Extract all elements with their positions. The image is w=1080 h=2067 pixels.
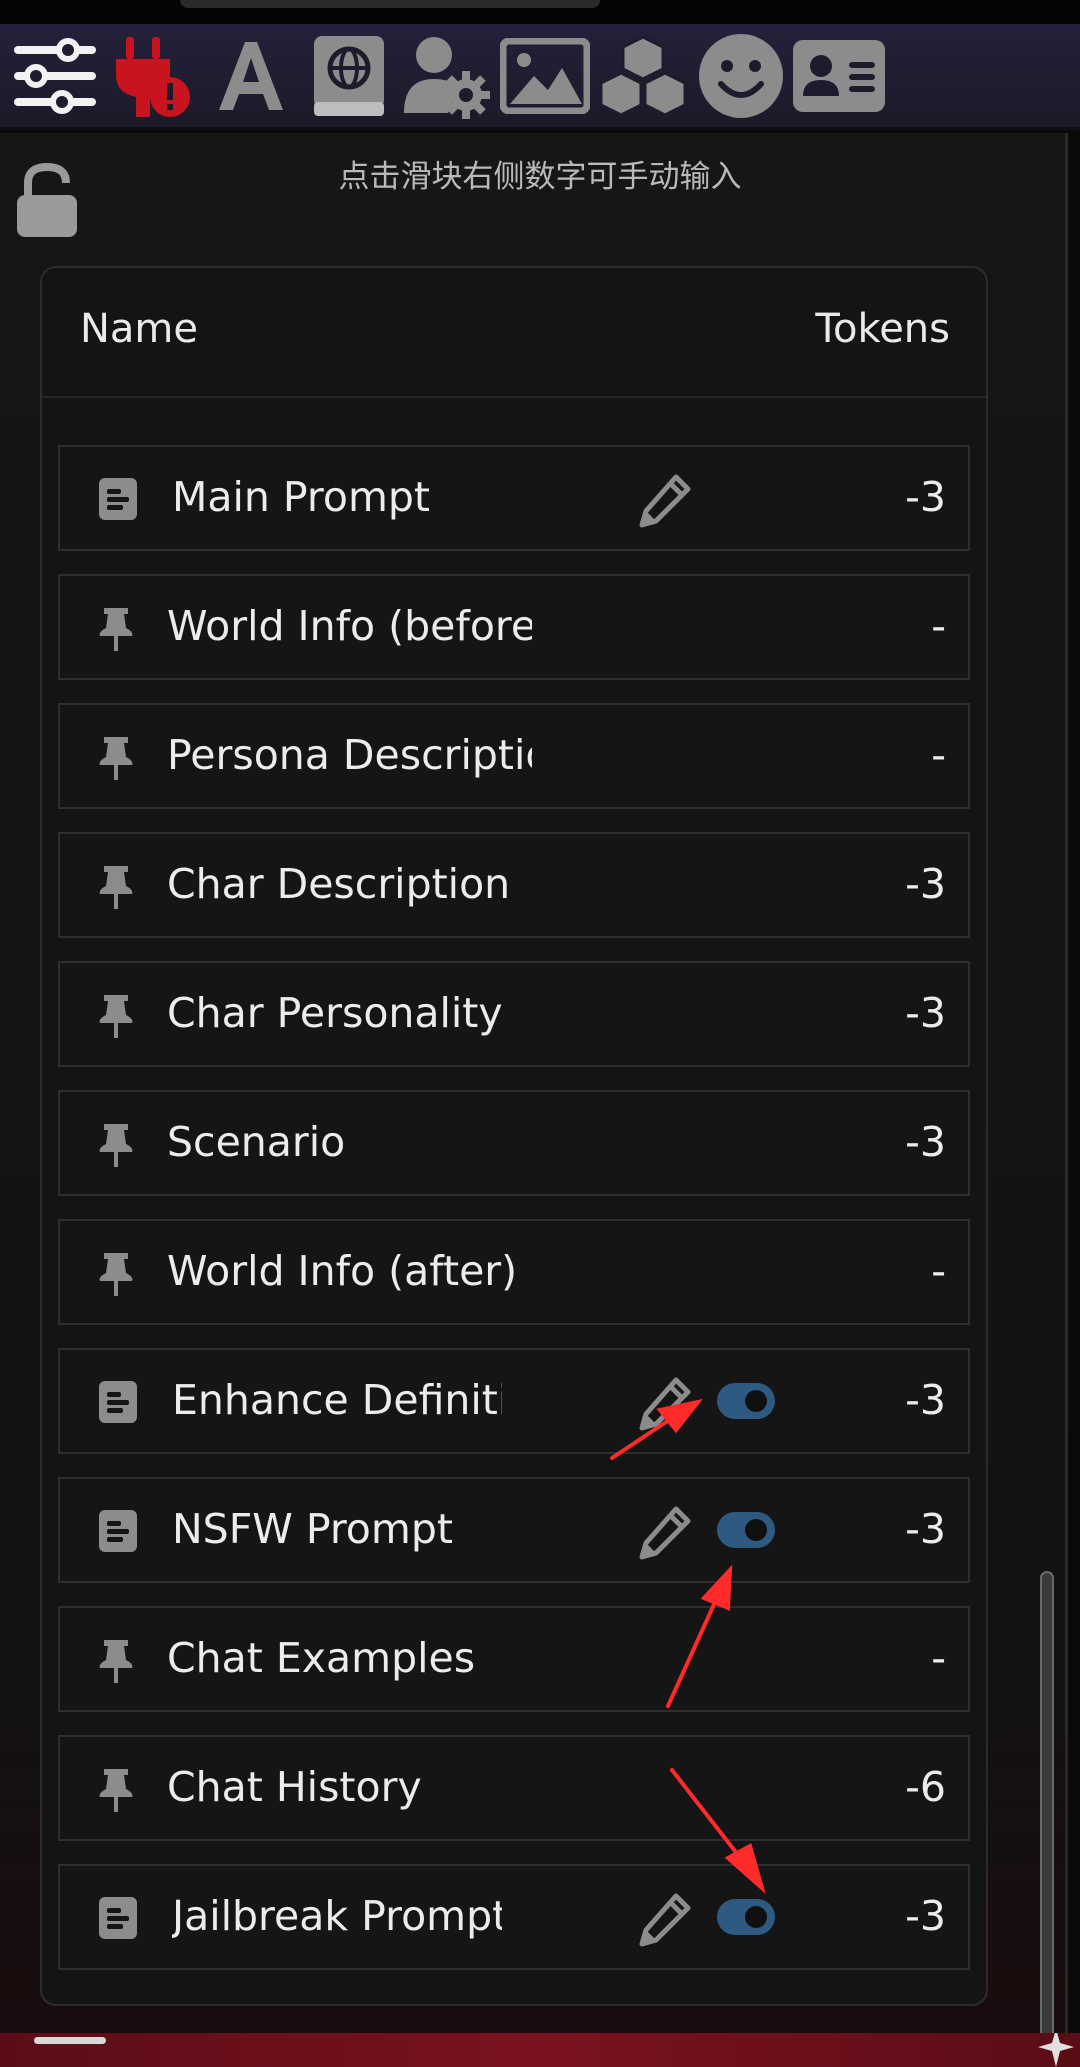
sliders-icon[interactable] [6, 27, 104, 125]
token-count[interactable]: -3 [905, 1505, 946, 1553]
drag-handle[interactable] [34, 2037, 106, 2044]
table-row[interactable]: Enhance Definitions -3 [58, 1348, 970, 1454]
document-icon [98, 1509, 138, 1553]
token-count[interactable]: -6 [905, 1763, 946, 1811]
pin-icon [98, 864, 138, 909]
token-count[interactable]: - [931, 1247, 946, 1295]
top-toolbar [0, 24, 1080, 130]
font-a-icon[interactable] [202, 27, 300, 125]
token-count[interactable]: - [931, 1634, 946, 1682]
prompt-name: Chat Examples [167, 1634, 476, 1682]
pin-icon [98, 1638, 138, 1683]
token-count[interactable]: - [931, 602, 946, 650]
enable-toggle[interactable] [716, 1898, 776, 1936]
token-count[interactable]: -3 [905, 1376, 946, 1424]
prompt-name: Main Prompt [172, 473, 430, 521]
bottom-bar [0, 2033, 1080, 2067]
prompt-name: Char Description [167, 860, 511, 908]
status-bar [0, 0, 1080, 24]
pin-icon [98, 993, 138, 1038]
table-row[interactable]: Char Personality -3 [58, 961, 970, 1067]
pin-icon [98, 1122, 138, 1167]
enable-toggle[interactable] [716, 1382, 776, 1420]
header-tokens: Tokens [815, 306, 950, 352]
pin-icon [98, 1251, 138, 1296]
notch [180, 0, 600, 8]
table-row[interactable]: Jailbreak Prompt -3 [58, 1864, 970, 1970]
prompt-name: Jailbreak Prompt [172, 1892, 502, 1940]
plug-error-icon[interactable] [104, 27, 202, 125]
edit-pencil-icon[interactable] [636, 1376, 692, 1432]
pin-icon [98, 606, 138, 651]
table-row[interactable]: World Info (before) - [58, 574, 970, 680]
table-row[interactable]: Chat History -6 [58, 1735, 970, 1841]
prompt-name: Enhance Definitions [172, 1376, 502, 1424]
hint-text: 点击滑块右侧数字可手动输入 [338, 159, 742, 195]
document-icon [98, 1380, 138, 1424]
pin-icon [98, 1767, 138, 1812]
document-icon [98, 1896, 138, 1940]
prompt-name: Chat History [167, 1763, 422, 1811]
prompt-name: World Info (after) [167, 1247, 518, 1295]
edit-pencil-icon[interactable] [636, 1505, 692, 1561]
prompt-list: Name Tokens Main Prompt -3 World Info (bef… [40, 266, 988, 2006]
token-count[interactable]: -3 [905, 1892, 946, 1940]
prompt-name: NSFW Prompt [172, 1505, 453, 1553]
token-count[interactable]: -3 [905, 860, 946, 908]
globe-book-icon[interactable] [300, 27, 398, 125]
table-row[interactable]: Chat Examples - [58, 1606, 970, 1712]
sparkle-icon[interactable] [1030, 2033, 1080, 2067]
table-row[interactable]: Scenario -3 [58, 1090, 970, 1196]
app-screen: 点击滑块右侧数字可手动输入 Name Tokens Main Prompt -3 W… [0, 0, 1080, 2067]
token-count[interactable]: -3 [905, 473, 946, 521]
image-icon[interactable] [496, 27, 594, 125]
header-name: Name [80, 306, 199, 352]
token-count[interactable]: -3 [905, 989, 946, 1037]
table-row[interactable]: NSFW Prompt -3 [58, 1477, 970, 1583]
table-row[interactable]: Main Prompt -3 [58, 445, 970, 551]
id-card-icon[interactable] [790, 27, 888, 125]
prompt-name: Char Personality [167, 989, 503, 1037]
prompt-manager-panel: 点击滑块右侧数字可手动输入 Name Tokens Main Prompt -3 W… [0, 133, 1068, 2067]
enable-toggle[interactable] [716, 1511, 776, 1549]
edit-pencil-icon[interactable] [636, 1892, 692, 1948]
table-row[interactable]: Persona Description - [58, 703, 970, 809]
table-row[interactable]: Char Description -3 [58, 832, 970, 938]
scrollbar[interactable] [1040, 1571, 1054, 2067]
smiley-icon[interactable] [692, 27, 790, 125]
pin-icon [98, 735, 138, 780]
prompt-name: Persona Description [167, 731, 532, 779]
prompt-name: Scenario [167, 1118, 346, 1166]
document-icon [98, 477, 138, 521]
list-header: Name Tokens [42, 268, 986, 398]
token-count[interactable]: - [931, 731, 946, 779]
table-row[interactable]: World Info (after) - [58, 1219, 970, 1325]
user-gear-icon[interactable] [398, 27, 496, 125]
prompt-name: World Info (before) [167, 602, 532, 650]
token-count[interactable]: -3 [905, 1118, 946, 1166]
cubes-icon[interactable] [594, 27, 692, 125]
edit-pencil-icon[interactable] [636, 473, 692, 529]
